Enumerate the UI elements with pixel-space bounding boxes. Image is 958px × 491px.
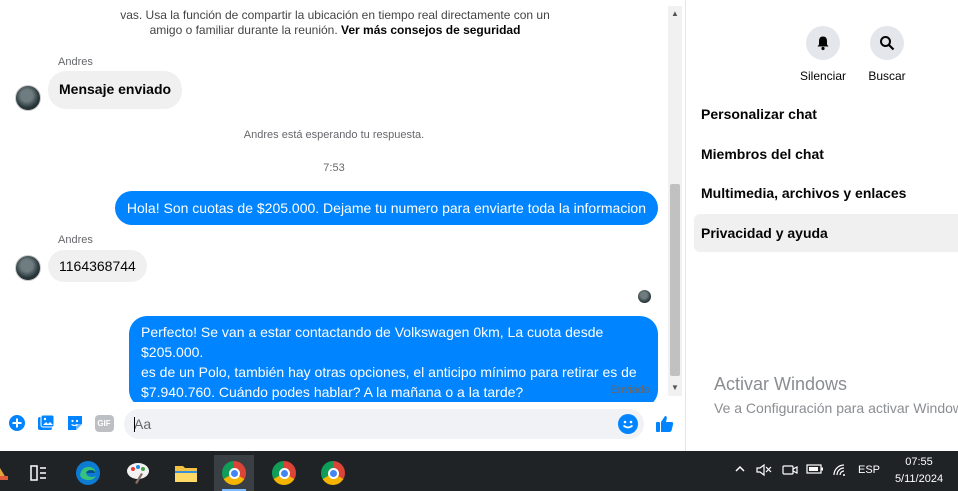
wifi-icon[interactable]: [832, 463, 848, 480]
message-line: es de un Polo, también hay otras opcione…: [141, 364, 637, 380]
task-view-icon[interactable]: [18, 455, 58, 491]
input-language[interactable]: ESP: [858, 464, 880, 476]
clock-date: 5/11/2024: [894, 473, 944, 485]
windows-taskbar: ESP 07:55 5/11/2024: [0, 451, 958, 491]
mute-button[interactable]: Silenciar: [793, 26, 853, 83]
activate-windows-title: Activar Windows: [714, 374, 848, 394]
emoji-icon[interactable]: [618, 414, 638, 434]
seen-indicator-avatar: [638, 290, 651, 303]
volume-muted-icon[interactable]: [756, 463, 772, 480]
show-hidden-icons-chevron-icon[interactable]: [734, 463, 746, 478]
chrome-icon: [321, 461, 345, 485]
battery-icon[interactable]: [806, 463, 824, 478]
sender-name: Andres: [58, 234, 93, 246]
mute-label: Silenciar: [799, 69, 847, 83]
menu-chat-members[interactable]: Miembros del chat: [694, 135, 958, 173]
incoming-message[interactable]: Mensaje enviado: [48, 71, 183, 109]
outgoing-message[interactable]: Perfecto! Se van a estar contactando de …: [129, 316, 658, 402]
sender-name: Andres: [58, 56, 93, 68]
app-window: vas. Usa la función de compartir la ubic…: [0, 0, 958, 491]
bell-icon: [806, 26, 840, 60]
waiting-notice: Andres está esperando tu respuesta.: [243, 129, 425, 141]
meet-now-icon[interactable]: [782, 463, 798, 480]
system-clock[interactable]: 07:55 5/11/2024: [888, 454, 950, 488]
message-line: Perfecto! Se van a estar contactando de …: [141, 324, 604, 360]
chrome-icon: [272, 461, 296, 485]
edge-browser-icon[interactable]: [68, 455, 108, 491]
sent-status: Enviado: [610, 384, 650, 396]
scroll-thumb[interactable]: [670, 184, 680, 376]
text-caret: [134, 417, 135, 432]
outgoing-message[interactable]: Hola! Son cuotas de $205.000. Dejame tu …: [114, 191, 658, 225]
search-label: Buscar: [868, 69, 906, 83]
search-button[interactable]: Buscar: [857, 26, 917, 83]
chrome-window-2[interactable]: [264, 455, 304, 491]
message-list[interactable]: vas. Usa la función de compartir la ubic…: [0, 0, 668, 402]
file-explorer-icon[interactable]: [166, 455, 206, 491]
gallery-icon[interactable]: [35, 412, 57, 434]
clock-time: 07:55: [905, 456, 933, 468]
timestamp: 7:53: [323, 162, 345, 174]
scroll-down-arrow-icon[interactable]: ▼: [668, 382, 682, 394]
like-thumb-icon[interactable]: [654, 413, 676, 435]
scroll-up-arrow-icon[interactable]: ▲: [668, 8, 682, 20]
chat-info-panel: Silenciar Buscar Personalizar chat Miemb…: [685, 0, 958, 451]
message-input[interactable]: [134, 409, 604, 439]
safety-notice-line1: vas. Usa la función de compartir la ubic…: [120, 8, 550, 22]
safety-notice: vas. Usa la función de compartir la ubic…: [100, 8, 570, 38]
menu-privacy-help[interactable]: Privacidad y ayuda: [694, 214, 958, 252]
sticker-icon[interactable]: [64, 412, 86, 434]
avatar[interactable]: [15, 255, 41, 281]
activate-windows-subtitle: Ve a Configuración para activar Windows.: [714, 400, 958, 416]
chat-scrollbar[interactable]: ▲ ▼: [668, 6, 682, 396]
chat-panel: vas. Usa la función de compartir la ubic…: [0, 0, 685, 451]
avatar[interactable]: [15, 85, 41, 111]
incoming-message[interactable]: 1164368744: [48, 250, 147, 282]
message-line: $7.940.760. Cuándo podes hablar? A la ma…: [141, 384, 524, 400]
search-icon: [870, 26, 904, 60]
safety-tips-link[interactable]: Ver más consejos de seguridad: [341, 23, 520, 37]
safety-notice-line2: amigo o familiar durante la reunión.: [149, 23, 338, 37]
widgets-icon[interactable]: [0, 455, 12, 491]
menu-media-files-links[interactable]: Multimedia, archivos y enlaces: [694, 174, 958, 212]
chrome-icon: [222, 461, 246, 485]
paint-app-icon[interactable]: [118, 455, 158, 491]
chrome-window-1[interactable]: [214, 455, 254, 491]
chrome-window-3[interactable]: [313, 455, 353, 491]
plus-icon[interactable]: [6, 412, 28, 434]
message-input-container[interactable]: [124, 409, 644, 439]
gif-icon[interactable]: GIF: [93, 412, 115, 434]
message-composer: GIF: [0, 404, 685, 444]
menu-customize-chat[interactable]: Personalizar chat: [694, 95, 958, 133]
